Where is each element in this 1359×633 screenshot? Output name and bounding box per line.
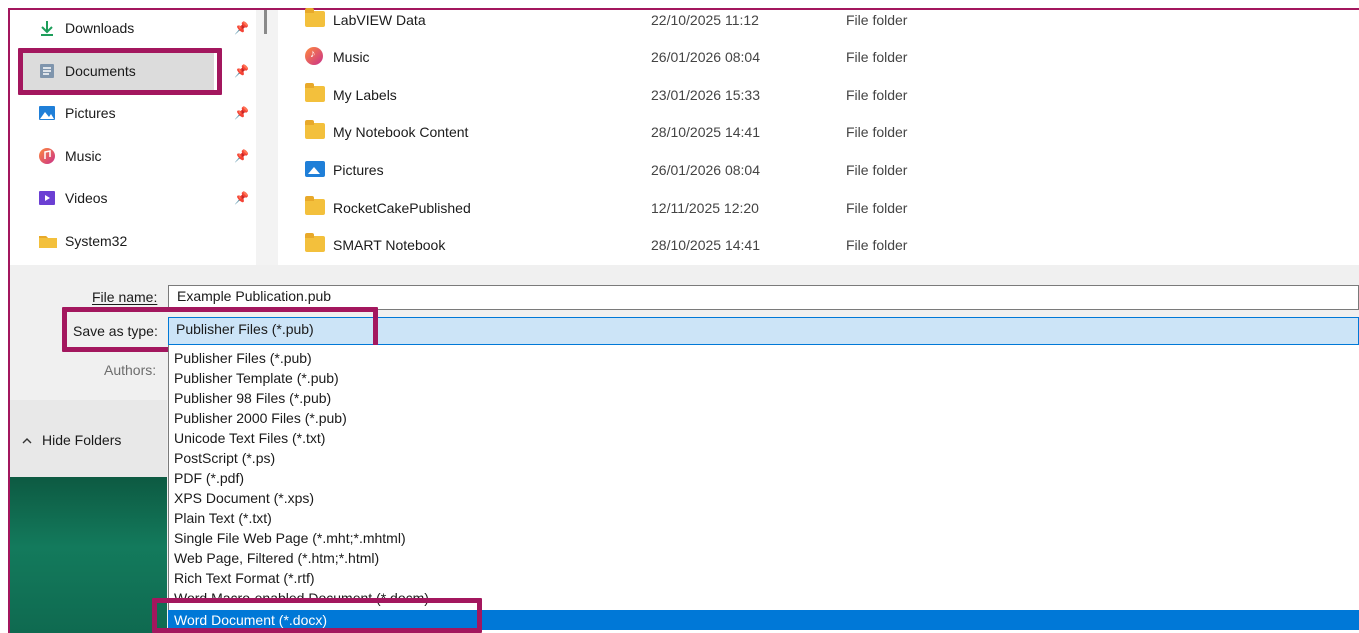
file-name-cell: RocketCakePublished (333, 200, 471, 216)
pin-icon[interactable]: 📌 (234, 21, 249, 35)
sidebar-item-videos[interactable]: Videos (38, 186, 108, 210)
type-option[interactable]: Plain Text (*.txt) (174, 508, 272, 528)
type-option[interactable]: PDF (*.pdf) (174, 468, 244, 488)
sidebar-item-downloads[interactable]: Downloads (38, 16, 134, 40)
pin-icon[interactable]: 📌 (234, 191, 249, 205)
type-option[interactable]: Publisher 2000 Files (*.pub) (174, 408, 347, 428)
file-date-cell: 26/01/2026 08:04 (651, 162, 760, 178)
file-type-cell: File folder (846, 162, 908, 178)
folder-icon (305, 83, 325, 102)
file-name-cell: My Notebook Content (333, 124, 469, 140)
file-name-cell: SMART Notebook (333, 237, 446, 253)
pin-icon[interactable]: 📌 (234, 106, 249, 120)
file-type-cell: File folder (846, 49, 908, 65)
file-date-cell: 28/10/2025 14:41 (651, 237, 760, 253)
type-option[interactable]: Single File Web Page (*.mht;*.mhtml) (174, 528, 406, 548)
type-option[interactable]: Publisher 98 Files (*.pub) (174, 388, 331, 408)
pin-icon[interactable]: 📌 (234, 149, 249, 163)
hide-folders-button[interactable]: Hide Folders (22, 432, 121, 448)
type-option[interactable]: Publisher Template (*.pub) (174, 368, 339, 388)
file-row[interactable]: Pictures 26/01/2026 08:04 File folder (278, 156, 1359, 186)
file-type-cell: File folder (846, 200, 908, 216)
file-row[interactable]: Music 26/01/2026 08:04 File folder (278, 43, 1359, 73)
file-date-cell: 28/10/2025 14:41 (651, 124, 760, 140)
type-option[interactable]: Unicode Text Files (*.txt) (174, 428, 325, 448)
sidebar-item-label: Pictures (65, 105, 116, 121)
file-date-cell: 12/11/2025 12:20 (651, 200, 759, 216)
type-option[interactable]: Web Page, Filtered (*.htm;*.html) (174, 548, 379, 568)
pictures-icon (38, 104, 56, 122)
documents-callout-frame (18, 48, 222, 95)
file-row[interactable]: LabVIEW Data 22/10/2025 11:12 File folder (278, 6, 1359, 36)
sidebar-item-label: Downloads (65, 20, 135, 36)
file-row[interactable]: My Notebook Content 28/10/2025 14:41 File … (278, 118, 1359, 148)
pin-icon[interactable]: 📌 (234, 64, 249, 78)
authors-label: Authors: (104, 362, 157, 378)
file-row[interactable]: RocketCakePublished 12/11/2025 12:20 File … (278, 194, 1359, 224)
sidebar-item-music[interactable]: Music (38, 144, 102, 168)
file-name-cell: My Labels (333, 87, 397, 103)
file-date-cell: 22/10/2025 11:12 (651, 12, 759, 28)
file-name-cell: Music (333, 49, 370, 65)
file-name-value: Example Publication.pub (177, 288, 332, 304)
music-icon (305, 47, 323, 65)
file-name-cell: LabVIEW Data (333, 12, 426, 28)
word-document-callout-frame (152, 598, 482, 633)
music-icon (38, 147, 56, 165)
folder-icon (38, 232, 57, 250)
file-name-label: File name: (92, 289, 158, 305)
folder-icon (305, 233, 325, 252)
background-wallpaper (10, 477, 167, 633)
type-option[interactable]: Publisher Files (*.pub) (174, 348, 312, 368)
file-date-cell: 26/01/2026 08:04 (651, 49, 760, 65)
file-type-cell: File folder (846, 87, 908, 103)
file-type-cell: File folder (846, 124, 908, 140)
pane-divider[interactable] (256, 10, 278, 265)
nav-scrollbar-thumb[interactable] (264, 10, 267, 34)
folder-icon (305, 120, 325, 139)
hide-folders-label: Hide Folders (42, 432, 122, 448)
file-type-cell: File folder (846, 237, 908, 253)
folder-icon (305, 196, 325, 215)
file-row[interactable]: My Labels 23/01/2026 15:33 File folder (278, 81, 1359, 111)
sidebar-item-label: Videos (65, 190, 108, 206)
type-option[interactable]: XPS Document (*.xps) (174, 488, 314, 508)
file-type-cell: File folder (846, 12, 908, 28)
sidebar-item-label: System32 (65, 233, 128, 249)
file-row[interactable]: SMART Notebook 28/10/2025 14:41 File folde… (278, 231, 1359, 261)
pictures-icon (305, 161, 325, 177)
file-name-cell: Pictures (333, 162, 384, 178)
type-option[interactable]: Rich Text Format (*.rtf) (174, 568, 315, 588)
videos-icon (38, 189, 56, 207)
folder-icon (305, 8, 325, 27)
file-date-cell: 23/01/2026 15:33 (651, 87, 760, 103)
download-arrow-icon (38, 19, 56, 37)
sidebar-item-pictures[interactable]: Pictures (38, 101, 116, 125)
type-option[interactable]: PostScript (*.ps) (174, 448, 275, 468)
sidebar-item-label: Music (65, 148, 102, 164)
sidebar-item-system32[interactable]: System32 (38, 229, 127, 253)
chevron-up-icon (22, 432, 34, 448)
